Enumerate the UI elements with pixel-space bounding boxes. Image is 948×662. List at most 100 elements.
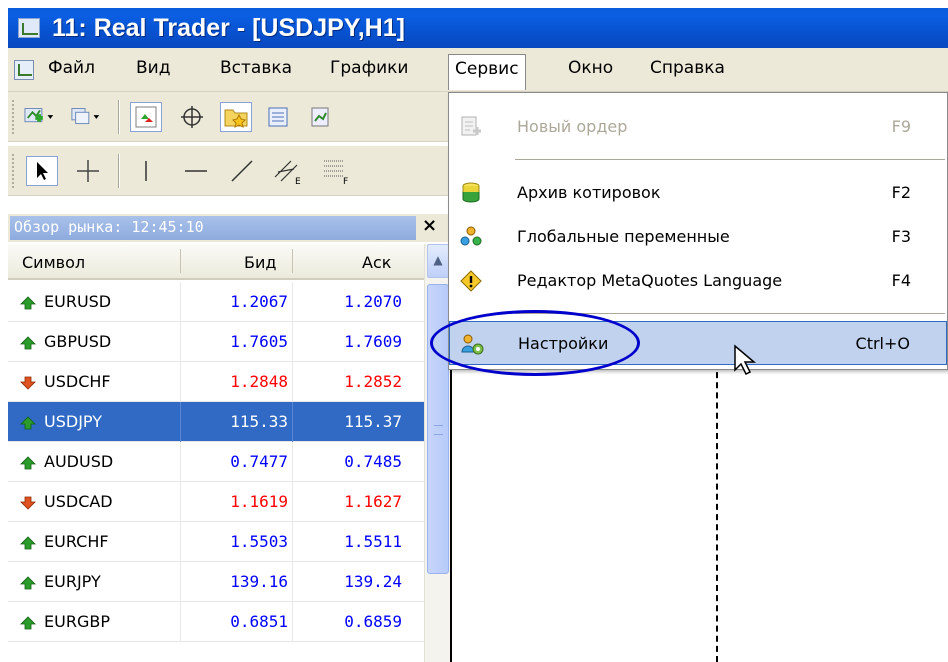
vertical-line-icon[interactable] <box>130 156 162 186</box>
menu-item-shortcut: F9 <box>891 117 911 136</box>
menu-separator <box>515 159 945 160</box>
ask-value: 0.7485 <box>344 452 402 471</box>
symbol-name: EURJPY <box>44 572 101 591</box>
menu-tools[interactable]: Сервис <box>448 54 526 90</box>
symbol-name: EURCHF <box>44 532 109 551</box>
bid-value: 0.6851 <box>230 612 288 631</box>
symbol-name: USDCAD <box>44 492 113 511</box>
market-watch-titlebar[interactable]: Обзор рынка: 12:45:10 <box>10 216 416 240</box>
profiles-icon[interactable] <box>70 102 102 132</box>
equidistant-channel-icon[interactable]: E <box>272 156 304 186</box>
ask-value: 1.1627 <box>344 492 402 511</box>
menu-item-shortcut: F3 <box>891 227 911 246</box>
menu-item-shortcut: F2 <box>891 183 911 202</box>
arrow-up-icon <box>20 335 36 350</box>
cursor-icon[interactable] <box>26 156 58 186</box>
bid-value: 1.1619 <box>230 492 288 511</box>
table-row[interactable]: EURGBP 0.6851 0.6859 <box>8 602 424 642</box>
menu-item-new-order[interactable]: Новый ордер F9 <box>449 105 947 149</box>
new-chart-icon[interactable] <box>24 102 56 132</box>
scroll-up-icon[interactable]: ▲ <box>427 244 449 278</box>
toolbar-separator <box>118 154 120 188</box>
title-bar[interactable]: 11: Real Trader - [USDJPY,H1] <box>8 8 948 48</box>
table-row[interactable]: EURJPY 139.16 139.24 <box>8 562 424 602</box>
chart-period-separator <box>716 362 718 662</box>
table-row[interactable]: USDCHF 1.2848 1.2852 <box>8 362 424 402</box>
symbol-name: USDJPY <box>44 412 102 431</box>
table-row[interactable]: EURUSD 1.2067 1.2070 <box>8 282 424 322</box>
line-studies-toolbar: E F <box>8 146 448 196</box>
menu-item-label: Глобальные переменные <box>517 227 730 246</box>
menu-item-global-variables[interactable]: Глобальные переменные F3 <box>449 215 947 259</box>
bid-value: 0.7477 <box>230 452 288 471</box>
window-title: 11: Real Trader - [USDJPY,H1] <box>52 14 405 42</box>
chart-window-icon[interactable] <box>14 60 34 80</box>
crosshair-icon[interactable] <box>72 156 104 186</box>
ask-value: 115.37 <box>344 412 402 431</box>
mouse-pointer-icon <box>733 344 757 382</box>
column-divider[interactable] <box>180 249 181 273</box>
menu-item-label: Новый ордер <box>517 117 628 136</box>
navigator-icon[interactable] <box>220 102 252 132</box>
table-row[interactable]: GBPUSD 1.7605 1.7609 <box>8 322 424 362</box>
terminal-icon[interactable] <box>262 102 294 132</box>
bid-value: 1.2067 <box>230 292 288 311</box>
bid-value: 139.16 <box>230 572 288 591</box>
symbol-name: AUDUSD <box>44 452 114 471</box>
column-symbol[interactable]: Символ <box>22 253 85 272</box>
symbol-name: EURUSD <box>44 292 112 311</box>
ask-value: 1.5511 <box>344 532 402 551</box>
market-watch-panel: Обзор рынка: 12:45:10 × Символ Бид Аск E… <box>8 214 450 662</box>
close-icon[interactable]: × <box>422 215 437 236</box>
table-row[interactable]: AUDUSD 0.7477 0.7485 <box>8 442 424 482</box>
ask-value: 139.24 <box>344 572 402 591</box>
app-chart-icon <box>18 18 40 38</box>
bid-value: 115.33 <box>230 412 288 431</box>
svg-text:E: E <box>295 177 301 185</box>
svg-text:F: F <box>343 177 348 185</box>
bid-value: 1.2848 <box>230 372 288 391</box>
arrow-up-icon <box>20 615 36 630</box>
symbol-name: EURGBP <box>44 612 110 631</box>
table-row[interactable]: USDJPY 115.33 115.37 <box>8 402 424 442</box>
menu-item-history-center[interactable]: Архив котировок F2 <box>449 171 947 215</box>
table-row[interactable]: EURCHF 1.5503 1.5511 <box>8 522 424 562</box>
market-watch-scrollbar[interactable]: ▲ <box>424 244 450 662</box>
menu-charts[interactable]: Графики <box>330 58 408 78</box>
menu-view[interactable]: Вид <box>136 58 170 78</box>
market-watch-column-headers: Символ Бид Аск <box>8 244 424 280</box>
column-bid[interactable]: Бид <box>244 253 276 272</box>
arrow-up-icon <box>20 295 36 310</box>
table-row[interactable]: USDCAD 1.1619 1.1627 <box>8 482 424 522</box>
menu-insert[interactable]: Вставка <box>220 58 292 78</box>
menu-window[interactable]: Окно <box>568 58 613 78</box>
column-ask[interactable]: Аск <box>362 253 391 272</box>
market-watch-rows: EURUSD 1.2067 1.2070 GBPUSD 1.7605 1.7609 USDC… <box>8 282 424 642</box>
bid-value: 1.7605 <box>230 332 288 351</box>
menu-file[interactable]: Файл <box>48 58 95 78</box>
menu-help[interactable]: Справка <box>650 58 725 78</box>
menu-item-shortcut: F4 <box>891 271 911 290</box>
global-variables-icon <box>459 225 483 249</box>
market-watch-header: Обзор рынка: 12:45:10 × <box>8 214 450 242</box>
arrow-down-icon <box>20 375 36 390</box>
toolbar-grip[interactable] <box>12 100 16 134</box>
column-divider[interactable] <box>292 249 293 273</box>
tester-icon[interactable] <box>304 102 336 132</box>
fibonacci-icon[interactable]: F <box>320 156 352 186</box>
market-watch-toggle-icon[interactable] <box>130 102 162 132</box>
arrow-up-icon <box>20 535 36 550</box>
standard-toolbar <box>8 92 448 142</box>
horizontal-line-icon[interactable] <box>180 156 212 186</box>
arrow-up-icon <box>20 415 36 430</box>
arrow-down-icon <box>20 495 36 510</box>
symbol-name: USDCHF <box>44 372 111 391</box>
ask-value: 0.6859 <box>344 612 402 631</box>
ask-value: 1.2070 <box>344 292 402 311</box>
ask-value: 1.2852 <box>344 372 402 391</box>
ask-value: 1.7609 <box>344 332 402 351</box>
toolbar-grip[interactable] <box>12 154 16 188</box>
trendline-icon[interactable] <box>226 156 258 186</box>
menu-item-metaeditor[interactable]: Редактор MetaQuotes Language F4 <box>449 259 947 303</box>
data-window-icon[interactable] <box>176 102 208 132</box>
